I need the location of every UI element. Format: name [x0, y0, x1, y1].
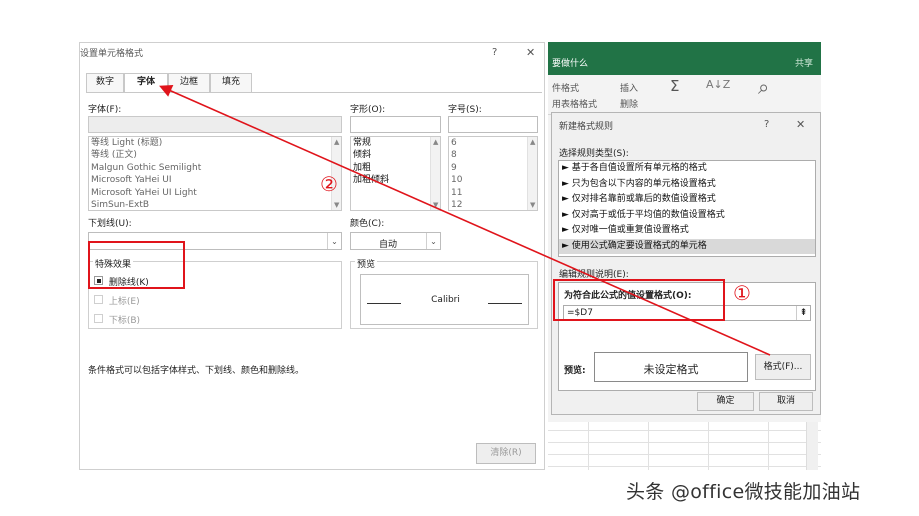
step-2-marker: ②	[320, 172, 338, 196]
annotation-arrow	[159, 85, 771, 356]
step-1-marker: ①	[733, 281, 751, 305]
annotation-overlay	[159, 85, 771, 356]
watermark-text: 头条 @office微技能加油站	[626, 481, 861, 503]
